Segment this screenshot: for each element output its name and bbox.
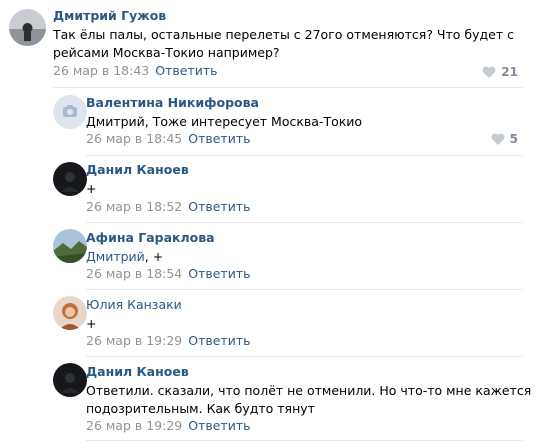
comment-meta: 26 мар в 18:54 Ответить <box>86 266 250 282</box>
comment-text: рейсами Москва-Токио например? <box>53 45 280 60</box>
divider <box>86 222 523 223</box>
divider <box>86 356 523 357</box>
comment-date[interactable]: 26 мар в 19:29 <box>86 333 182 348</box>
divider <box>86 289 523 290</box>
comment-meta: 26 мар в 19:29 Ответить <box>86 333 250 349</box>
comment-date[interactable]: 26 мар в 18:52 <box>86 199 182 214</box>
comment-author[interactable]: Валентина Никифорова <box>86 95 259 111</box>
like-count: 21 <box>501 65 518 79</box>
reply-button[interactable]: Ответить <box>188 418 250 433</box>
heart-icon <box>482 66 496 78</box>
comment-meta: 26 мар в 18:52 Ответить <box>86 199 250 215</box>
comment-author[interactable]: Афина Гараклова <box>86 230 215 246</box>
comment-text: + <box>86 181 97 196</box>
comment-date[interactable]: 26 мар в 18:43 <box>53 63 149 78</box>
avatar[interactable] <box>53 229 87 263</box>
comment-text: Дмитрий, + <box>86 248 163 266</box>
comment-text: Ответили. сказали, что полёт не отменили… <box>86 383 536 398</box>
comment-meta: 26 мар в 18:43 Ответить <box>53 63 217 79</box>
divider <box>86 440 523 441</box>
like-count: 5 <box>509 132 518 146</box>
divider <box>86 155 523 156</box>
camera-placeholder-icon <box>53 95 87 129</box>
comment-meta: 26 мар в 19:29 Ответить <box>86 418 250 434</box>
comment-author[interactable]: Данил Каноев <box>86 162 189 178</box>
like-button[interactable]: 5 <box>491 131 518 147</box>
comment-text: Так ёлы палы, остальные перелеты с 27ого… <box>53 27 514 42</box>
dark-photo-avatar <box>53 162 87 196</box>
comment-author[interactable]: Дмитрий Гужов <box>53 8 166 24</box>
avatar[interactable] <box>53 296 87 330</box>
reply-button[interactable]: Ответить <box>155 63 217 78</box>
user-photo-landscape <box>9 9 46 46</box>
comment-text: + <box>86 316 97 331</box>
comment-date[interactable]: 26 мар в 18:54 <box>86 266 182 281</box>
avatar[interactable] <box>53 95 87 129</box>
reply-button[interactable]: Ответить <box>188 266 250 281</box>
comment-text-suffix: , + <box>144 249 164 264</box>
comment-text: Дмитрий, Тоже интересует Москва-Токио <box>86 114 363 129</box>
portrait-photo-avatar <box>53 296 87 330</box>
heart-icon <box>491 133 505 145</box>
avatar[interactable] <box>53 162 87 196</box>
reply-button[interactable]: Ответить <box>188 131 250 146</box>
comment-text: подозрительным. Как будто тянут <box>86 401 315 416</box>
avatar[interactable] <box>53 363 87 397</box>
reply-button[interactable]: Ответить <box>188 199 250 214</box>
comment-meta: 26 мар в 18:45 Ответить <box>86 131 250 147</box>
reply-button[interactable]: Ответить <box>188 333 250 348</box>
avatar[interactable] <box>9 9 46 46</box>
landscape-photo-avatar <box>53 229 87 263</box>
divider <box>53 87 523 88</box>
comment-author[interactable]: Данил Каноев <box>86 364 189 380</box>
comment-date[interactable]: 26 мар в 19:29 <box>86 418 182 433</box>
comment-date[interactable]: 26 мар в 18:45 <box>86 131 182 146</box>
dark-photo-avatar <box>53 363 87 397</box>
like-button[interactable]: 21 <box>482 64 518 80</box>
comment-author[interactable]: Юлия Канзаки <box>86 297 182 313</box>
mention-link[interactable]: Дмитрий <box>86 249 145 264</box>
